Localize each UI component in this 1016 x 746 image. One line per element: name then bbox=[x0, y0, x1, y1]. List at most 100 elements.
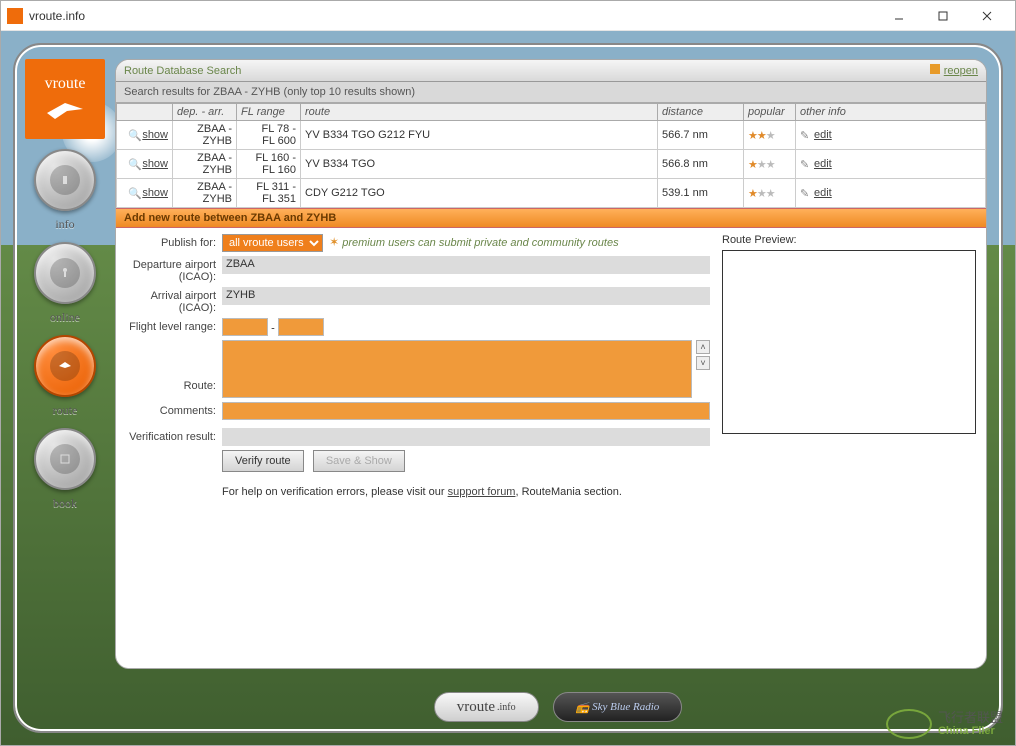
table-row: 🔍show ZBAA -ZYHBFL 160 -FL 160YV B334 TGO… bbox=[117, 150, 986, 179]
nav-book-button[interactable] bbox=[34, 428, 96, 490]
book-icon bbox=[50, 444, 80, 474]
plane-icon bbox=[45, 93, 85, 123]
edit-link[interactable]: edit bbox=[814, 187, 832, 199]
edit-link[interactable]: edit bbox=[814, 129, 832, 141]
fl-range-cell: FL 160 -FL 160 bbox=[237, 150, 301, 179]
arrival-label: Arrival airport (ICAO): bbox=[126, 287, 222, 314]
table-row: 🔍show ZBAA -ZYHBFL 311 -FL 351CDY G212 TG… bbox=[117, 179, 986, 208]
logo: vroute bbox=[25, 59, 105, 139]
radio-icon: 📻 bbox=[576, 701, 590, 714]
distance-cell: 566.7 nm bbox=[658, 121, 744, 150]
help-text: For help on verification errors, please … bbox=[222, 486, 710, 498]
show-link[interactable]: show bbox=[142, 129, 168, 141]
pencil-icon: ✎ bbox=[800, 129, 812, 141]
magnifier-icon: 🔍 bbox=[128, 187, 140, 199]
premium-note: premium users can submit private and com… bbox=[342, 237, 618, 249]
save-show-button[interactable]: Save & Show bbox=[313, 450, 405, 472]
table-row: 🔍showZBAA -ZYHBFL 78 -FL 600YV B334 TGO … bbox=[117, 121, 986, 150]
edit-link[interactable]: edit bbox=[814, 158, 832, 170]
distance-cell: 539.1 nm bbox=[658, 179, 744, 208]
route-icon bbox=[50, 351, 80, 381]
outer-area: vroute info online route book Route Data… bbox=[1, 31, 1015, 745]
comments-input[interactable] bbox=[222, 402, 710, 420]
maximize-button[interactable] bbox=[921, 2, 965, 30]
route-label: Route: bbox=[126, 340, 222, 392]
panel-title: Route Database Search bbox=[124, 65, 241, 77]
route-cell: YV B334 TGO G212 FYU bbox=[301, 121, 658, 150]
fl-max-input[interactable] bbox=[278, 318, 324, 336]
comments-label: Comments: bbox=[126, 402, 222, 417]
app-icon bbox=[7, 8, 23, 24]
reopen-icon bbox=[930, 64, 940, 74]
pencil-icon: ✎ bbox=[800, 158, 812, 170]
titlebar: vroute.info bbox=[1, 1, 1015, 31]
scroll-down-icon[interactable]: ˅ bbox=[696, 356, 710, 370]
minimize-button[interactable] bbox=[877, 2, 921, 30]
watermark-en: China Flier bbox=[938, 725, 1003, 737]
fl-range-cell: FL 78 -FL 600 bbox=[237, 121, 301, 150]
fl-range-cell: FL 311 -FL 351 bbox=[237, 179, 301, 208]
show-link[interactable]: show bbox=[142, 187, 168, 199]
popular-cell: ★★★ bbox=[744, 150, 796, 179]
popular-cell: ★★★ bbox=[744, 179, 796, 208]
verification-value bbox=[222, 428, 710, 446]
panel-header: Route Database Search reopen bbox=[116, 60, 986, 82]
col-route: route bbox=[301, 104, 658, 121]
window-title: vroute.info bbox=[29, 9, 877, 23]
online-icon bbox=[50, 258, 80, 288]
route-textarea[interactable] bbox=[222, 340, 692, 398]
fl-separator: - bbox=[271, 323, 275, 335]
verification-label: Verification result: bbox=[126, 428, 222, 443]
nav-online-button[interactable] bbox=[34, 242, 96, 304]
route-preview-box bbox=[722, 250, 976, 434]
departure-value: ZBAA bbox=[222, 256, 710, 274]
bottom-bar: vroute.info 📻 Sky Blue Radio bbox=[115, 683, 1001, 731]
watermark: 飞行者联盟 China Flier bbox=[886, 709, 1003, 739]
nav-route-button[interactable] bbox=[34, 335, 96, 397]
dep-arr-cell: ZBAA -ZYHB bbox=[173, 179, 237, 208]
publish-select[interactable]: all vroute users bbox=[222, 234, 323, 252]
col-distance: distance bbox=[658, 104, 744, 121]
watermark-cn: 飞行者联盟 bbox=[938, 711, 1003, 725]
nav-route-label: route bbox=[53, 403, 78, 418]
departure-label: Departure airport (ICAO): bbox=[126, 256, 222, 283]
route-preview-label: Route Preview: bbox=[722, 234, 976, 246]
magnifier-icon: 🔍 bbox=[128, 158, 140, 170]
scroll-up-icon[interactable]: ˄ bbox=[696, 340, 710, 354]
fl-range-label: Flight level range: bbox=[126, 318, 222, 333]
route-scroll[interactable]: ˄˅ bbox=[696, 340, 710, 398]
routes-table: dep. - arr. FL range route distance popu… bbox=[116, 103, 986, 208]
app-frame: vroute info online route book Route Data… bbox=[13, 43, 1003, 733]
col-actions bbox=[117, 104, 173, 121]
fl-min-input[interactable] bbox=[222, 318, 268, 336]
brand-pill[interactable]: vroute.info bbox=[434, 692, 539, 722]
reopen-link[interactable]: reopen bbox=[930, 64, 978, 77]
nav-info-button[interactable] bbox=[34, 149, 96, 211]
gear-icon: ✶ bbox=[329, 235, 339, 249]
show-link[interactable]: show bbox=[142, 158, 168, 170]
nav-book-label: book bbox=[53, 496, 77, 511]
arrival-value: ZYHB bbox=[222, 287, 710, 305]
popular-cell: ★★★ bbox=[744, 121, 796, 150]
support-forum-link[interactable]: support forum bbox=[448, 486, 516, 498]
radio-pill[interactable]: 📻 Sky Blue Radio bbox=[553, 692, 683, 722]
route-cell: CDY G212 TGO bbox=[301, 179, 658, 208]
results-subtitle: Search results for ZBAA - ZYHB (only top… bbox=[116, 82, 986, 103]
col-other: other info bbox=[796, 104, 986, 121]
col-popular: popular bbox=[744, 104, 796, 121]
magnifier-icon: 🔍 bbox=[128, 129, 140, 141]
add-route-form: Publish for: all vroute users ✶ premium … bbox=[116, 228, 986, 668]
distance-cell: 566.8 nm bbox=[658, 150, 744, 179]
route-cell: YV B334 TGO bbox=[301, 150, 658, 179]
nav-online-label: online bbox=[50, 310, 80, 325]
app-window: vroute.info vroute info online route boo… bbox=[0, 0, 1016, 746]
publish-label: Publish for: bbox=[126, 234, 222, 249]
close-button[interactable] bbox=[965, 2, 1009, 30]
logo-text: vroute bbox=[45, 75, 86, 93]
dep-arr-cell: ZBAA -ZYHB bbox=[173, 150, 237, 179]
content-panel: Route Database Search reopen Search resu… bbox=[115, 59, 987, 669]
verify-route-button[interactable]: Verify route bbox=[222, 450, 304, 472]
pencil-icon: ✎ bbox=[800, 187, 812, 199]
info-icon bbox=[50, 165, 80, 195]
sidebar: vroute info online route book bbox=[15, 45, 115, 731]
